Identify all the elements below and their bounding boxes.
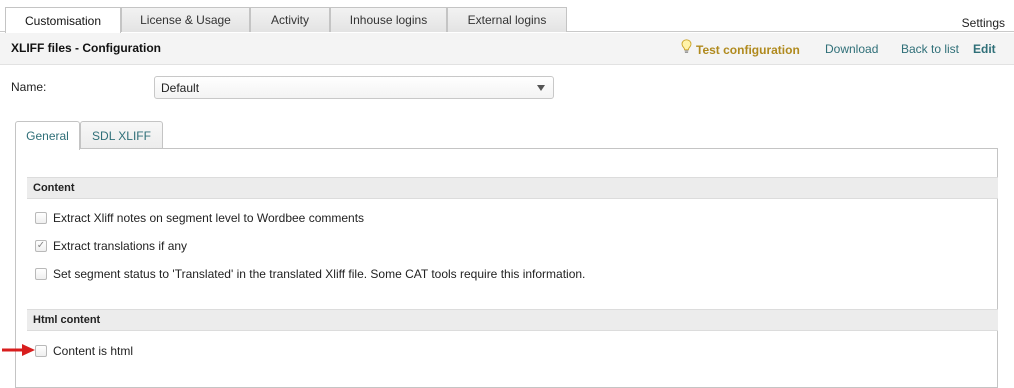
section-title: Html content xyxy=(33,314,101,326)
title-bar: XLIFF files - Configuration Test configu… xyxy=(0,33,1014,65)
general-settings-panel: Content Extract Xliff notes on segment l… xyxy=(15,148,998,388)
option-label: Extract translations if any xyxy=(53,239,188,253)
tab-label: Inhouse logins xyxy=(349,13,428,27)
option-extract-notes[interactable]: Extract Xliff notes on segment level to … xyxy=(35,210,364,226)
option-label: Set segment status to 'Translated' in th… xyxy=(53,267,586,281)
edit-link[interactable]: Edit xyxy=(973,42,996,56)
name-select-value: Default xyxy=(161,80,200,95)
tab-customisation[interactable]: Customisation xyxy=(5,7,121,33)
tab-license-usage[interactable]: License & Usage xyxy=(121,7,250,32)
tab-general[interactable]: General xyxy=(15,121,80,150)
option-set-translated-status[interactable]: Set segment status to 'Translated' in th… xyxy=(35,266,585,282)
chevron-down-icon xyxy=(537,85,545,91)
tab-label: SDL XLIFF xyxy=(92,128,151,143)
tab-external-logins[interactable]: External logins xyxy=(447,7,567,32)
settings-link[interactable]: Settings xyxy=(962,16,1005,30)
name-select[interactable]: Default xyxy=(154,76,554,99)
test-configuration-link[interactable]: Test configuration xyxy=(681,39,800,57)
content-is-html-checkbox[interactable] xyxy=(35,345,47,357)
section-header-html: Html content xyxy=(27,309,998,331)
option-content-is-html[interactable]: Content is html xyxy=(35,343,133,359)
name-label: Name: xyxy=(11,80,47,94)
section-title: Content xyxy=(33,182,75,194)
lightbulb-icon xyxy=(681,39,692,53)
back-to-list-link[interactable]: Back to list xyxy=(901,42,959,56)
test-configuration-label: Test configuration xyxy=(696,42,800,57)
extract-translations-checkbox[interactable]: ✓ xyxy=(35,240,47,252)
toolbar: Test configuration Download Back to list… xyxy=(0,39,1014,58)
tab-label: Activity xyxy=(270,13,309,27)
tab-label: General xyxy=(26,129,69,143)
set-translated-status-checkbox[interactable] xyxy=(35,268,47,280)
option-label: Extract Xliff notes on segment level to … xyxy=(53,211,365,225)
download-link[interactable]: Download xyxy=(825,42,878,56)
tab-label: External logins xyxy=(467,13,547,27)
option-extract-translations[interactable]: ✓ Extract translations if any xyxy=(35,238,187,254)
red-arrow-annotation-icon xyxy=(2,344,35,356)
option-label: Content is html xyxy=(53,344,134,358)
tab-activity[interactable]: Activity xyxy=(250,7,330,32)
tab-label: Customisation xyxy=(24,13,102,28)
tab-inhouse-logins[interactable]: Inhouse logins xyxy=(330,7,447,32)
check-icon: ✓ xyxy=(36,240,46,251)
main-tab-bar: Customisation License & Usage Activity I… xyxy=(0,0,1014,33)
tab-sdl-xliff[interactable]: SDL XLIFF xyxy=(80,121,163,149)
section-header-content: Content xyxy=(27,177,998,199)
extract-notes-checkbox[interactable] xyxy=(35,212,47,224)
tab-label: License & Usage xyxy=(140,13,231,27)
